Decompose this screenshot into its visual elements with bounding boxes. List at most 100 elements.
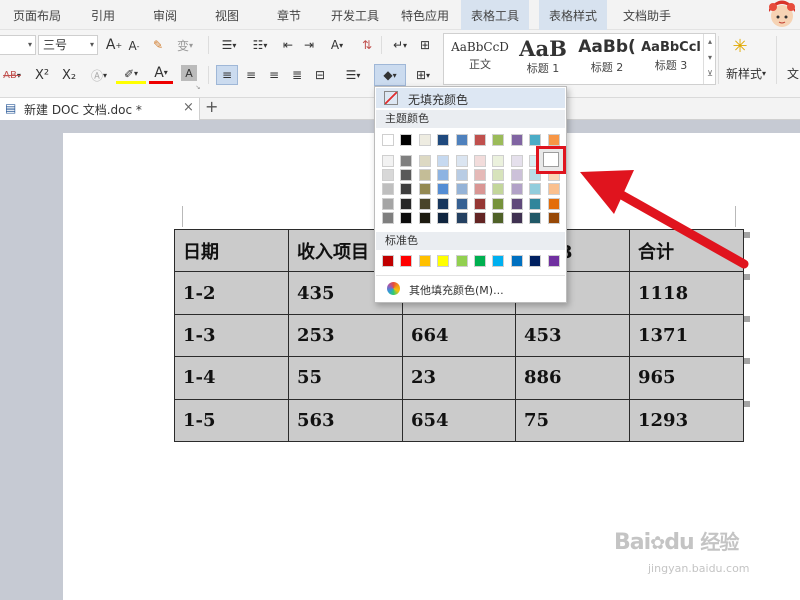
dialog-launcher-icon[interactable]: ↘ <box>195 84 201 91</box>
color-swatch[interactable] <box>382 155 394 167</box>
color-swatch[interactable] <box>510 134 523 146</box>
table-cell[interactable]: 1118 <box>629 271 744 315</box>
color-swatch[interactable] <box>474 255 486 267</box>
font-color-button[interactable]: A ▾ <box>149 64 173 84</box>
close-tab-icon[interactable]: × <box>183 100 194 115</box>
menu-table-tools[interactable]: 表格工具 <box>461 0 530 30</box>
new-style-button[interactable]: 新样式 ▾ <box>721 64 771 82</box>
table-cell[interactable]: 日期 <box>174 228 289 273</box>
color-swatch[interactable] <box>529 197 542 210</box>
increase-font-button[interactable]: A + <box>104 36 124 54</box>
color-swatch[interactable] <box>474 155 486 167</box>
color-swatch[interactable] <box>492 255 505 267</box>
color-swatch[interactable] <box>382 211 394 224</box>
color-swatch[interactable] <box>455 169 468 182</box>
color-swatch[interactable] <box>510 211 523 224</box>
color-swatch[interactable] <box>400 155 413 167</box>
char-shading-button[interactable]: A <box>181 65 197 81</box>
color-swatch[interactable] <box>474 197 486 210</box>
table-cell[interactable]: 1-2 <box>174 271 289 315</box>
style-heading-2[interactable]: AaBb( 标题 2 <box>576 34 638 84</box>
menu-page-layout[interactable]: 页面布局 <box>13 0 61 30</box>
clear-format-icon[interactable]: ✎ <box>149 36 167 54</box>
color-swatch[interactable] <box>455 211 468 224</box>
color-swatch[interactable] <box>474 169 486 182</box>
menu-view[interactable]: 视图 <box>215 0 239 30</box>
color-swatch[interactable] <box>547 197 560 210</box>
color-swatch[interactable] <box>418 183 431 196</box>
color-swatch[interactable] <box>455 255 468 267</box>
color-swatch[interactable] <box>474 183 486 196</box>
color-swatch[interactable] <box>492 134 505 146</box>
numbered-list-icon[interactable]: ☷ ▾ <box>246 36 274 54</box>
highlight-icon[interactable]: ✐ ▾ <box>116 66 146 84</box>
color-swatch[interactable] <box>547 183 560 196</box>
color-swatch[interactable] <box>547 134 560 146</box>
color-swatch[interactable] <box>510 155 523 167</box>
style-normal[interactable]: AaBbCcD 正文 <box>448 34 512 84</box>
color-swatch[interactable] <box>382 255 394 267</box>
color-swatch[interactable] <box>437 155 450 167</box>
line-spacing-icon[interactable]: ☰ ▾ <box>340 66 366 84</box>
paragraph-mark-icon[interactable]: ↵ ▾ <box>388 36 412 54</box>
color-swatch[interactable] <box>474 211 486 224</box>
color-swatch[interactable] <box>382 134 394 146</box>
color-swatch[interactable] <box>529 183 542 196</box>
distribute-icon[interactable]: ⊟ <box>311 66 329 84</box>
color-swatch[interactable] <box>529 255 542 267</box>
table-cell[interactable]: 453 <box>515 313 630 358</box>
table-cell[interactable]: 965 <box>629 356 744 400</box>
color-swatch[interactable] <box>510 197 523 210</box>
color-swatch[interactable] <box>382 197 394 210</box>
table-cell[interactable]: 合计 <box>629 228 744 273</box>
menu-references[interactable]: 引用 <box>91 0 115 30</box>
color-swatch[interactable] <box>437 255 450 267</box>
table-cell[interactable]: 253 <box>288 313 403 358</box>
table-cell[interactable]: 1371 <box>629 313 744 358</box>
table-cell[interactable]: 563 <box>288 398 403 442</box>
color-swatch[interactable] <box>455 134 468 146</box>
decrease-indent-icon[interactable]: ⇤ <box>279 36 297 54</box>
color-swatch[interactable] <box>437 169 450 182</box>
color-swatch[interactable] <box>529 134 542 146</box>
text-effect-icon[interactable]: Ⓐ ▾ <box>87 66 111 84</box>
new-style-icon[interactable]: ✳ <box>727 34 753 58</box>
color-swatch[interactable] <box>510 183 523 196</box>
color-swatch[interactable] <box>455 197 468 210</box>
table-cell[interactable]: 886 <box>515 356 630 400</box>
menu-chapter[interactable]: 章节 <box>277 0 301 30</box>
color-swatch[interactable] <box>400 169 413 182</box>
color-swatch[interactable] <box>492 155 505 167</box>
gallery-scroll[interactable]: ▴ ▾ ⊻ <box>703 34 716 84</box>
color-swatch[interactable] <box>400 183 413 196</box>
color-swatch[interactable] <box>437 211 450 224</box>
color-swatch[interactable] <box>474 134 486 146</box>
table-cell[interactable]: 654 <box>402 398 516 442</box>
color-swatch[interactable] <box>547 255 560 267</box>
subscript-button[interactable]: X₂ <box>58 65 80 85</box>
align-left-icon[interactable]: ≡ <box>216 65 238 85</box>
highlighted-swatch-box[interactable] <box>536 146 566 174</box>
color-swatch[interactable] <box>382 169 394 182</box>
table-cell[interactable]: 1293 <box>629 398 744 442</box>
table-cell[interactable]: 664 <box>402 313 516 358</box>
color-swatch[interactable] <box>437 183 450 196</box>
table-cell[interactable]: 23 <box>402 356 516 400</box>
decrease-font-button[interactable]: A- <box>125 37 143 55</box>
color-swatch[interactable] <box>418 255 431 267</box>
superscript-button[interactable]: X² <box>31 65 53 85</box>
justify-icon[interactable]: ≣ <box>288 66 306 84</box>
font-size-select[interactable]: 三号 ▾ <box>38 35 98 55</box>
color-swatch[interactable] <box>455 155 468 167</box>
bullet-list-icon[interactable]: ☰ ▾ <box>215 36 243 54</box>
color-swatch[interactable] <box>400 255 413 267</box>
borders-icon[interactable]: ⊞ ▾ <box>409 66 437 84</box>
table-cell[interactable]: 1-3 <box>174 313 289 358</box>
color-swatch[interactable] <box>418 134 431 146</box>
no-fill-option[interactable]: 无填充颜色 <box>376 88 565 108</box>
fill-color-button[interactable]: ◆ ▾ <box>374 64 406 86</box>
color-swatch[interactable] <box>455 183 468 196</box>
pinyin-button[interactable]: 变 ▾ <box>174 36 196 54</box>
style-heading-3[interactable]: AaBbCcl 标题 3 <box>640 34 702 84</box>
color-swatch[interactable] <box>437 197 450 210</box>
